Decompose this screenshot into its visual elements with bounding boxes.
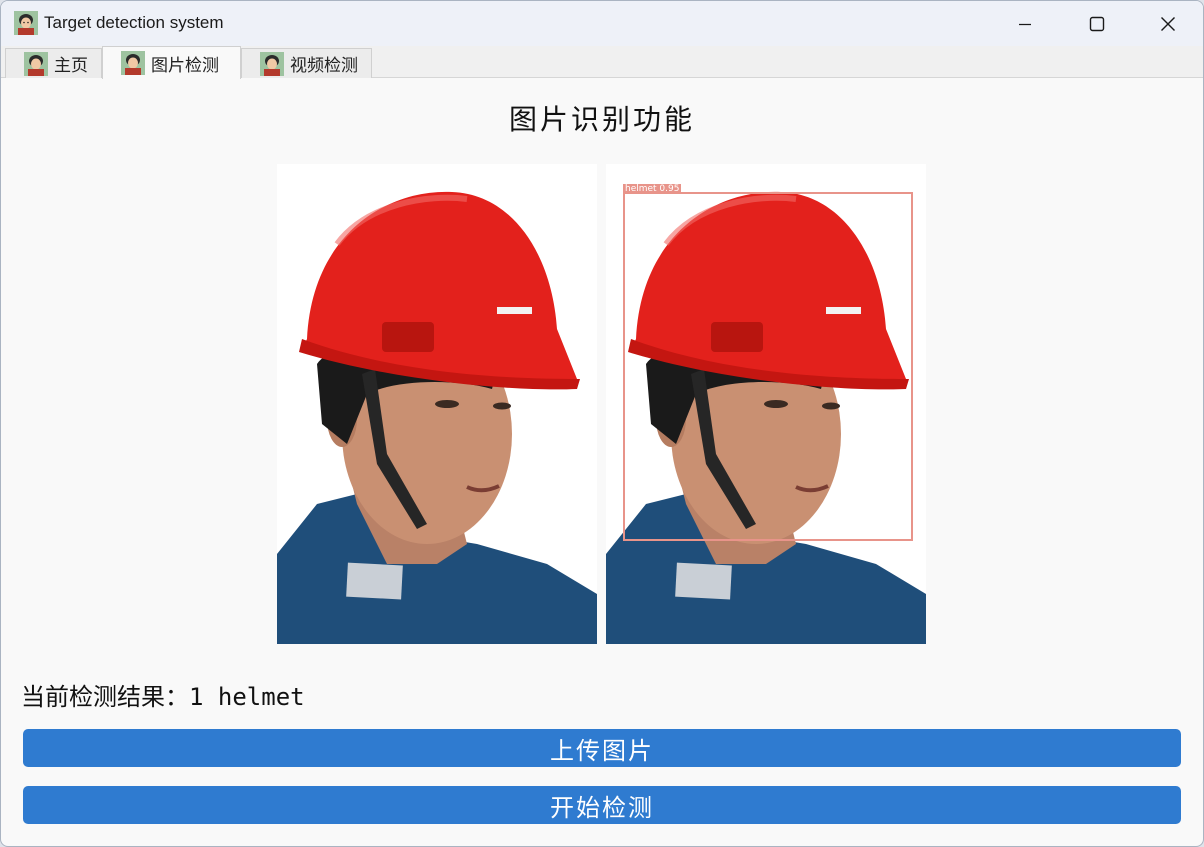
avatar-icon xyxy=(24,51,48,76)
avatar-icon xyxy=(14,11,38,35)
tab-video-detection[interactable]: 视频检测 xyxy=(241,48,372,78)
detection-result-text: 当前检测结果：1 helmet xyxy=(21,683,305,711)
tab-video-detection-label: 视频检测 xyxy=(290,56,358,76)
tab-home[interactable]: 主页 xyxy=(5,48,102,78)
minimize-icon xyxy=(1019,23,1031,25)
detection-label: helmet 0.95 xyxy=(623,184,682,194)
app-window: Target detection system 主页 图片检测 视频检测 图片识… xyxy=(0,0,1204,847)
tab-image-detection-label: 图片检测 xyxy=(151,55,219,76)
maximize-icon xyxy=(1089,16,1105,31)
page-title: 图片识别功能 xyxy=(508,103,695,136)
window-title: Target detection system xyxy=(44,13,224,32)
minimize-button[interactable] xyxy=(990,1,1060,46)
avatar-icon xyxy=(121,51,145,75)
maximize-button[interactable] xyxy=(1062,1,1132,46)
close-icon xyxy=(1161,16,1175,31)
tab-bar: 主页 图片检测 视频检测 xyxy=(1,46,1203,79)
detection-result-image: helmet 0.95 xyxy=(606,164,926,644)
upload-image-button[interactable]: 上传图片 xyxy=(23,729,1181,767)
tab-home-label: 主页 xyxy=(54,56,88,76)
original-image xyxy=(277,164,597,644)
title-bar[interactable]: Target detection system xyxy=(1,1,1203,46)
start-detection-button[interactable]: 开始检测 xyxy=(23,786,1181,824)
avatar-icon xyxy=(260,51,284,76)
tab-image-detection[interactable]: 图片检测 xyxy=(102,46,241,79)
detection-bounding-box xyxy=(623,192,913,541)
close-button[interactable] xyxy=(1133,1,1203,46)
